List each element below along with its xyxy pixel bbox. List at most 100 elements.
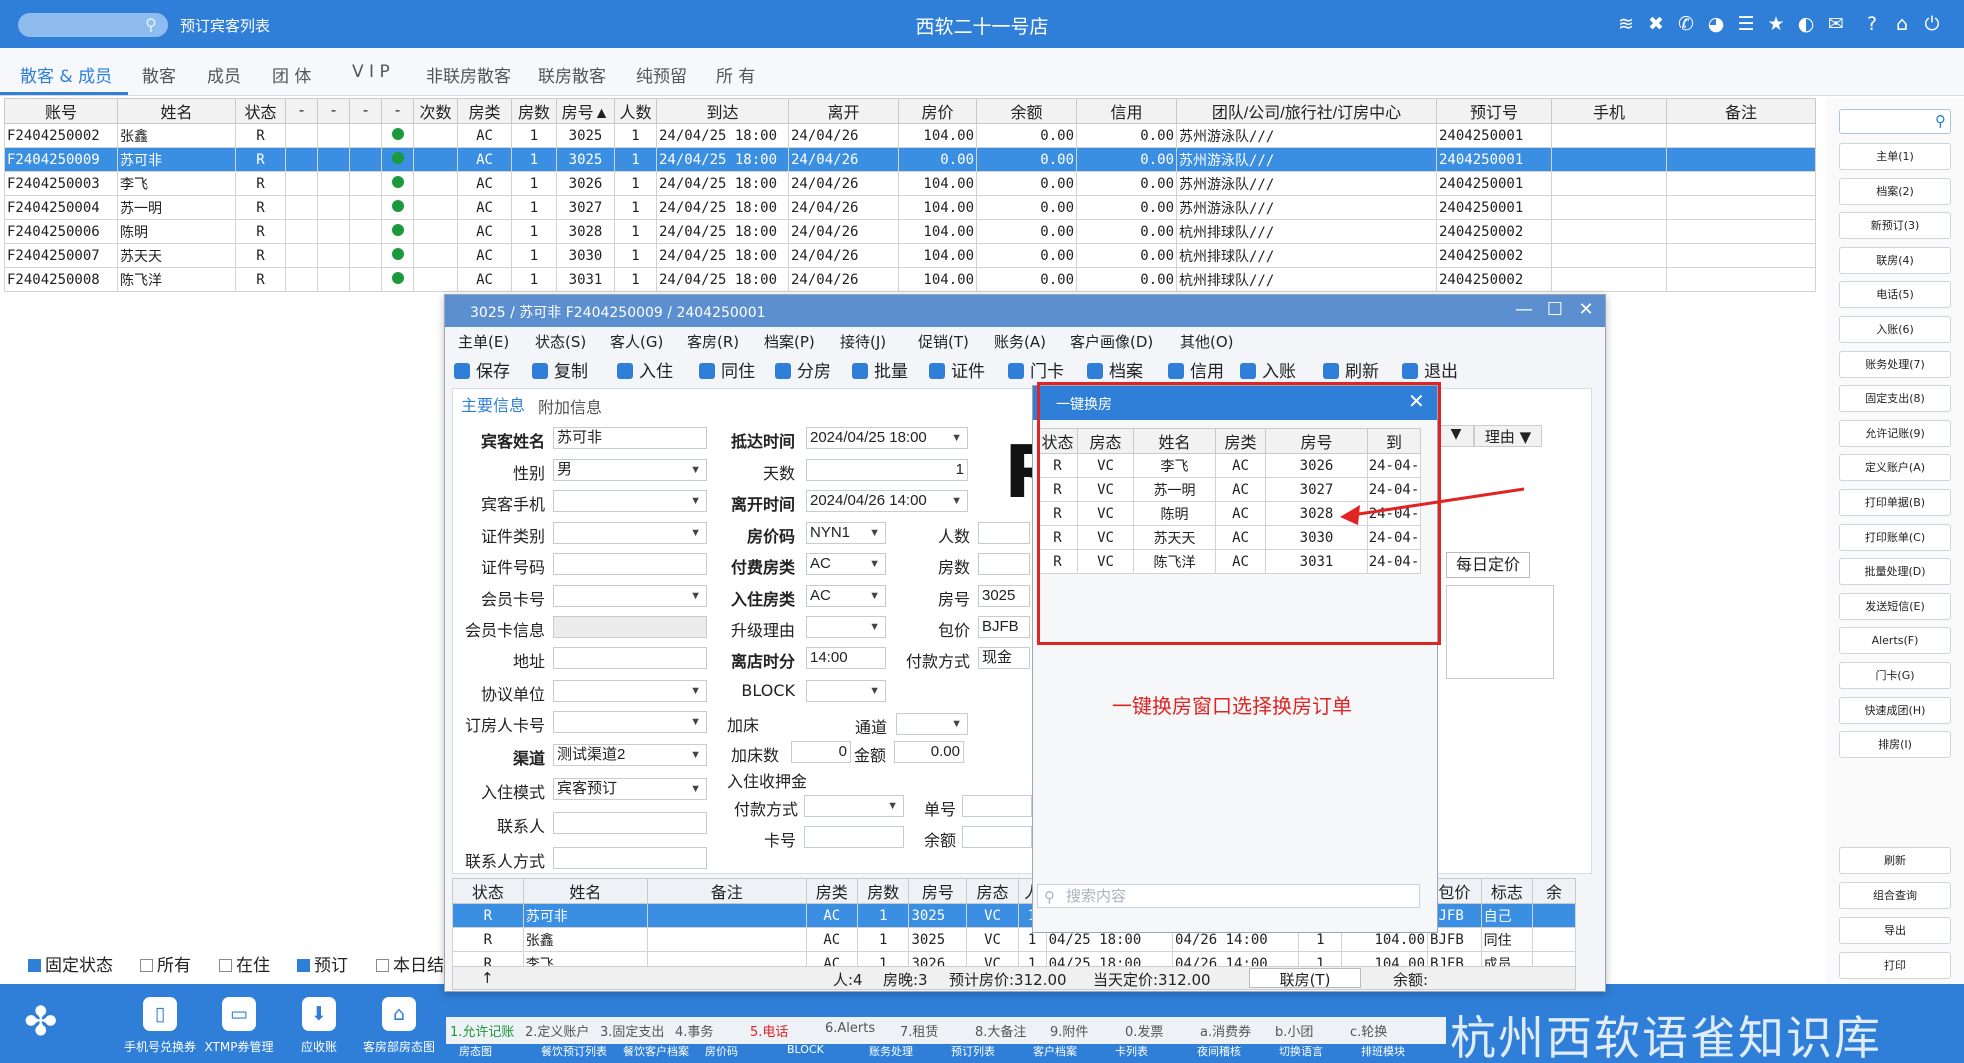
form-input[interactable]: ▼ <box>804 795 904 817</box>
form-input[interactable]: ▼ <box>896 713 968 735</box>
bottom-sublabel[interactable]: 预订列表 <box>951 1043 995 1059</box>
bottom-sublabel[interactable]: 餐饮预订列表 <box>541 1043 607 1059</box>
chevron-down-icon[interactable]: ▼ <box>869 523 880 543</box>
toolbar-button[interactable]: 证件 <box>929 357 985 382</box>
tab-vip[interactable]: V I P <box>352 62 390 82</box>
form-input[interactable]: AC ▼ <box>806 585 886 607</box>
bottom-sublabel[interactable]: 切换语言 <box>1279 1043 1323 1059</box>
form-input[interactable]: 1 <box>806 459 968 481</box>
panel-action-button[interactable]: 导出 <box>1839 917 1951 944</box>
chevron-down-icon[interactable]: ▼ <box>869 681 880 701</box>
subtab-item[interactable]: 7.租赁 <box>900 1021 938 1040</box>
checkbox[interactable] <box>376 959 389 972</box>
mini-search-input[interactable]: 搜索内容 <box>1037 884 1420 908</box>
up-arrow-icon[interactable]: ↑ <box>481 969 494 987</box>
tools-icon[interactable]: ✖ <box>1644 12 1668 36</box>
chevron-down-icon[interactable]: ▼ <box>887 796 898 816</box>
form-input[interactable]: ▼ <box>553 680 707 702</box>
phone-icon[interactable]: ✆ <box>1674 12 1698 36</box>
grid-header-cell[interactable]: 房类 <box>457 98 512 124</box>
subtab-item[interactable]: 3.固定支出 <box>600 1021 664 1040</box>
chevron-down-icon[interactable]: ▼ <box>690 523 701 543</box>
form-input[interactable]: ▼ <box>553 490 707 512</box>
grid-header-cell[interactable]: 备注 <box>1666 98 1816 124</box>
panel-button[interactable]: 发送短信(E) <box>1839 592 1951 620</box>
panel-button[interactable]: 主单(1) <box>1839 143 1951 170</box>
panel-button[interactable]: 档案(2) <box>1839 177 1951 205</box>
form-input[interactable] <box>962 826 1032 848</box>
checkbox-checked[interactable] <box>28 959 41 972</box>
form-input[interactable]: 3025 <box>978 585 1030 607</box>
form-input[interactable] <box>553 647 707 669</box>
panel-button[interactable]: 门卡(G) <box>1839 662 1951 689</box>
checkbox[interactable] <box>219 959 232 972</box>
dialog-menu-item[interactable]: 状态(S) <box>535 331 586 352</box>
bottom-sublabel[interactable]: 账务处理 <box>869 1043 913 1059</box>
toolbar-button[interactable]: 档案 <box>1087 357 1143 382</box>
subtab-item[interactable]: 5.电话 <box>750 1021 788 1040</box>
panel-button[interactable]: 快速成团(H) <box>1839 696 1951 724</box>
guest-header-cell[interactable]: 备注 <box>647 878 807 904</box>
panel-button[interactable]: 排房(I) <box>1839 731 1951 759</box>
panel-button[interactable]: 允许记账(9) <box>1839 419 1951 447</box>
form-input[interactable] <box>553 616 707 638</box>
form-input[interactable]: NYN1 ▼ <box>806 522 886 544</box>
panel-button[interactable]: 定义账户(A) <box>1839 454 1951 482</box>
form-input[interactable]: BJFB <box>978 616 1030 638</box>
grid-header-cell[interactable]: 人数 <box>614 98 657 124</box>
subtab-item[interactable]: 9.附件 <box>1050 1021 1088 1040</box>
chevron-down-icon[interactable]: ▼ <box>951 491 962 511</box>
panel-button[interactable]: 新预订(3) <box>1839 212 1951 240</box>
form-input[interactable]: 2024/04/26 14:00 ▼ <box>806 490 968 512</box>
contrast-icon[interactable]: ◐ <box>1794 12 1818 36</box>
phone-voucher-icon[interactable]: ▯ <box>143 997 177 1031</box>
star-icon[interactable]: ★ <box>1764 12 1788 36</box>
panel-button[interactable]: 批量处理(D) <box>1839 558 1951 586</box>
receivable-icon[interactable]: ⬇ <box>302 997 336 1031</box>
filter-fixed-status[interactable]: 固定状态 <box>28 951 113 976</box>
dialog-menu-item[interactable]: 档案(P) <box>764 331 815 352</box>
bottom-sublabel[interactable]: 夜间稽核 <box>1197 1043 1241 1059</box>
search-icon[interactable]: ⚲ <box>1935 112 1946 130</box>
dialog-menu-item[interactable]: 主单(E) <box>458 331 509 352</box>
form-input[interactable]: AC ▼ <box>806 553 886 575</box>
form-input[interactable] <box>962 795 1032 817</box>
form-input[interactable]: ▼ <box>553 522 707 544</box>
form-input[interactable]: ▼ <box>806 680 886 702</box>
dialog-menu-item[interactable]: 客户画像(D) <box>1070 331 1153 352</box>
tab-fit-members[interactable]: 散客 & 成员 <box>20 62 112 87</box>
grid-header-cell[interactable]: 次数 <box>413 98 458 124</box>
home-icon[interactable]: ⌂ <box>1890 12 1914 36</box>
dialog-menu-item[interactable]: 客房(R) <box>687 331 739 352</box>
panel-button[interactable]: 打印单据(B) <box>1839 489 1951 516</box>
panel-action-button[interactable]: 刷新 <box>1839 847 1951 874</box>
panel-button[interactable]: 固定支出(8) <box>1839 385 1951 413</box>
tab-members[interactable]: 成员 <box>207 62 241 87</box>
table-row[interactable]: F2404250008 陈飞洋 R AC 1 3031 1 24/04/25 18:00 24/… <box>4 267 1816 292</box>
voucher-icon[interactable]: ▭ <box>222 997 256 1031</box>
chevron-down-icon[interactable]: ▼ <box>690 712 701 732</box>
wifi-icon[interactable]: ≋ <box>1614 12 1638 36</box>
chevron-down-icon[interactable]: ▼ <box>951 428 962 448</box>
bottom-sublabel[interactable]: 餐饮客户档案 <box>623 1043 689 1059</box>
toolbar-button[interactable]: 保存 <box>454 357 510 382</box>
table-row[interactable]: F2404250004 苏一明 R AC 1 3027 1 24/04/25 18:00 24/… <box>4 195 1816 220</box>
subtab-item[interactable]: 0.发票 <box>1125 1021 1163 1040</box>
form-input[interactable]: 测试渠道2 ▼ <box>553 744 707 766</box>
subtab-item[interactable]: 8.大备注 <box>975 1021 1026 1040</box>
guest-header-cell[interactable]: 姓名 <box>522 878 649 904</box>
filter-today-checkout[interactable]: 本日结 <box>376 951 444 976</box>
link-rooms-button[interactable]: 联房(T) <box>1249 968 1361 989</box>
panel-button[interactable]: 打印账单(C) <box>1839 523 1951 551</box>
bottom-sublabel[interactable]: 客户档案 <box>1033 1043 1077 1059</box>
palette-icon[interactable]: ◕ <box>1704 12 1728 36</box>
form-input[interactable]: 现金 <box>978 647 1030 669</box>
toolbar-button[interactable]: 入账 <box>1240 357 1296 382</box>
guest-header-cell[interactable]: 余 <box>1532 878 1576 904</box>
grid-header-cell[interactable]: 房价 <box>898 98 977 124</box>
power-icon[interactable]: ⏻ <box>1920 12 1944 36</box>
grid-header-cell[interactable]: 房号▲ <box>556 98 615 124</box>
grid-header-cell[interactable]: 状态 <box>235 98 286 124</box>
dialog-menu-item[interactable]: 促销(T) <box>918 331 969 352</box>
form-input[interactable]: 男 ▼ <box>553 459 707 481</box>
